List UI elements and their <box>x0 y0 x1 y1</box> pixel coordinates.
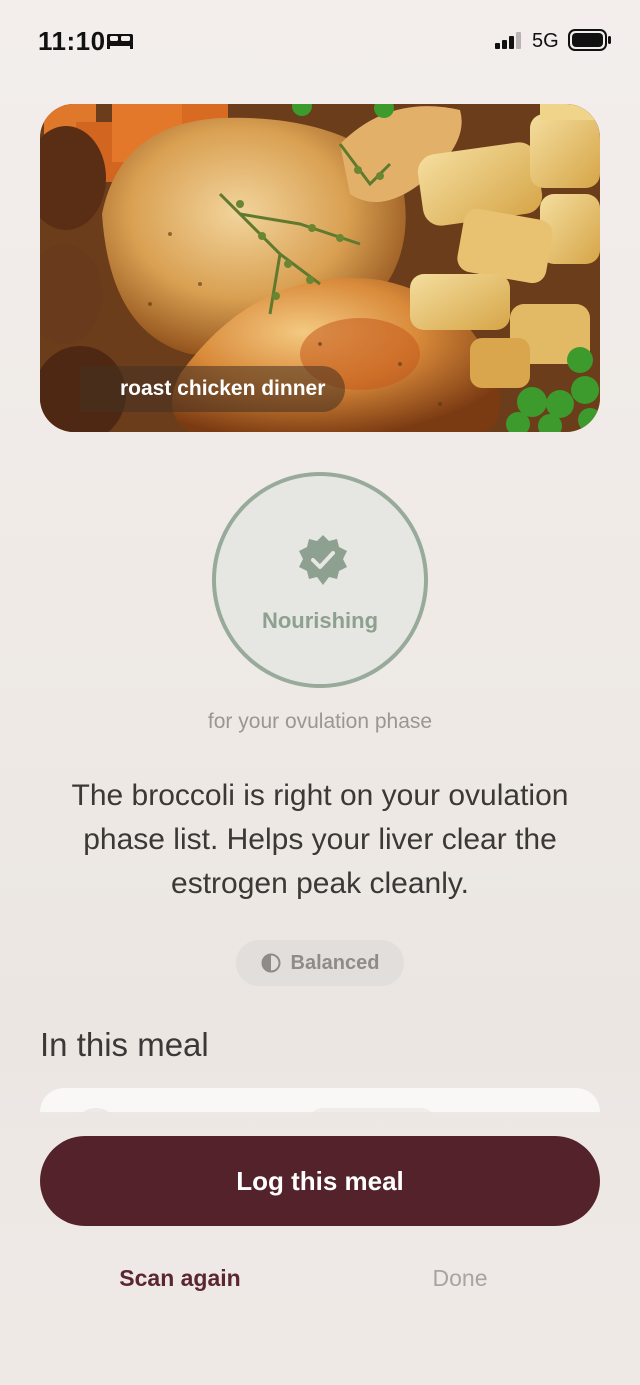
balance-badge: Balanced <box>236 940 404 986</box>
rating-label: Nourishing <box>261 608 379 633</box>
verified-badge-check-icon <box>299 535 347 585</box>
ingredients-heading: In this meal <box>40 1026 209 1063</box>
log-meal-button[interactable]: Log this meal <box>40 1136 600 1226</box>
nourishing-rating-ring: Nourishing <box>212 472 428 688</box>
insight-text: The broccoli is right on your ovulation … <box>71 779 569 900</box>
status-bar: 11:10 5G <box>0 0 640 84</box>
balance-label: Balanced <box>290 951 380 974</box>
meal-photo: roast chicken dinner <box>40 104 600 432</box>
status-time: 11:10 <box>38 26 106 56</box>
phase-caption: for your ovulation phase <box>207 710 433 733</box>
meal-name-label: roast chicken dinner <box>80 366 346 412</box>
bed-icon <box>107 34 133 49</box>
scan-again-button[interactable]: Scan again <box>80 1258 280 1298</box>
half-circle-icon <box>261 953 281 973</box>
done-button[interactable]: Done <box>380 1258 540 1298</box>
battery-icon <box>568 29 611 51</box>
network-label: 5G <box>532 30 559 52</box>
signal-bars-icon <box>495 32 521 49</box>
